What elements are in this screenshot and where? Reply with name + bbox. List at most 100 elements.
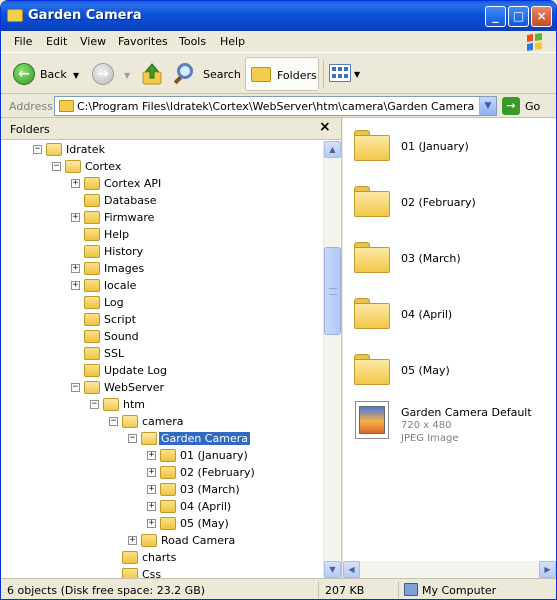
- tree-item-label: History: [104, 245, 144, 258]
- back-dropdown-icon[interactable]: ▼: [73, 71, 79, 80]
- close-pane-button[interactable]: ×: [319, 119, 331, 135]
- expand-icon[interactable]: +: [71, 281, 80, 290]
- collapse-icon[interactable]: −: [128, 434, 137, 443]
- folder-item-label[interactable]: 03 (March): [401, 252, 461, 265]
- collapse-icon[interactable]: −: [90, 400, 99, 409]
- go-button[interactable]: Go: [525, 100, 540, 113]
- folder-item-label[interactable]: 02 (February): [401, 196, 476, 209]
- folder-tree[interactable]: − Idratek − Cortex + Cortex API Database + Firmw…: [1, 141, 323, 578]
- tree-item[interactable]: History: [1, 244, 323, 261]
- folder-icon: [7, 9, 23, 22]
- menu-tools[interactable]: Tools: [179, 35, 206, 48]
- tree-item[interactable]: − Cortex: [1, 159, 323, 176]
- expand-icon[interactable]: +: [147, 485, 156, 494]
- tree-item[interactable]: SSL: [1, 346, 323, 363]
- tree-item[interactable]: +02 (February): [1, 465, 323, 482]
- expand-icon[interactable]: +: [147, 451, 156, 460]
- views-button[interactable]: [329, 64, 351, 82]
- tree-item[interactable]: +05 (May): [1, 516, 323, 533]
- folder-icon[interactable]: [354, 186, 390, 217]
- folder-icon: [84, 381, 100, 394]
- tree-item[interactable]: Help: [1, 227, 323, 244]
- scroll-thumb[interactable]: [324, 247, 341, 335]
- folder-icon: [122, 551, 138, 564]
- go-arrow-icon[interactable]: →: [502, 97, 520, 115]
- folders-vertical-scrollbar[interactable]: ▲ ▼: [323, 141, 341, 578]
- tree-item-label: SSL: [104, 347, 125, 360]
- forward-dropdown-icon[interactable]: ▼: [124, 71, 130, 80]
- expand-icon[interactable]: +: [128, 536, 137, 545]
- close-button[interactable]: ×: [531, 6, 552, 27]
- expand-icon[interactable]: +: [147, 468, 156, 477]
- minimize-button[interactable]: _: [485, 6, 506, 27]
- maximize-button[interactable]: □: [508, 6, 529, 27]
- tree-item[interactable]: Update Log: [1, 363, 323, 380]
- tree-item[interactable]: + Road Camera: [1, 533, 323, 550]
- tree-item[interactable]: charts: [1, 550, 323, 567]
- scroll-right-button[interactable]: ▶: [539, 561, 556, 578]
- folders-button[interactable]: Folders: [245, 57, 319, 91]
- title-bar[interactable]: Garden Camera _ □ ×: [1, 1, 556, 31]
- tree-item[interactable]: − Garden Camera: [1, 431, 323, 448]
- address-input[interactable]: C:\Program Files\Idratek\Cortex\WebServe…: [54, 96, 497, 116]
- address-dropdown-button[interactable]: ▼: [479, 97, 496, 115]
- tree-item[interactable]: Log: [1, 295, 323, 312]
- expand-icon[interactable]: +: [71, 179, 80, 188]
- tree-item[interactable]: − Idratek: [1, 142, 323, 159]
- menu-file[interactable]: File: [14, 35, 32, 48]
- back-button[interactable]: ← Back ▼: [9, 60, 87, 88]
- tree-item[interactable]: + locale: [1, 278, 323, 295]
- tree-item[interactable]: − htm: [1, 397, 323, 414]
- file-name[interactable]: Garden Camera Default: [401, 406, 532, 419]
- search-button[interactable]: Search: [173, 60, 241, 88]
- folder-icon: [160, 466, 176, 479]
- collapse-icon[interactable]: −: [109, 417, 118, 426]
- expand-icon[interactable]: +: [147, 502, 156, 511]
- folder-icon[interactable]: [354, 130, 390, 161]
- scroll-left-button[interactable]: ◀: [343, 561, 360, 578]
- forward-button[interactable]: →: [92, 63, 114, 85]
- tree-item-label: Road Camera: [161, 534, 236, 547]
- tree-item[interactable]: Script: [1, 312, 323, 329]
- window-title: Garden Camera: [28, 8, 142, 23]
- folder-item-label[interactable]: 05 (May): [401, 364, 450, 377]
- scroll-up-button[interactable]: ▲: [324, 141, 341, 158]
- tree-item-label: Cortex: [85, 160, 122, 173]
- tree-item[interactable]: + Images: [1, 261, 323, 278]
- menu-view[interactable]: View: [80, 35, 106, 48]
- folder-icon: [84, 347, 100, 360]
- folder-icon[interactable]: [354, 354, 390, 385]
- folder-item-label[interactable]: 01 (January): [401, 140, 469, 153]
- tree-item[interactable]: Sound: [1, 329, 323, 346]
- expand-icon[interactable]: +: [71, 264, 80, 273]
- tree-item[interactable]: Database: [1, 193, 323, 210]
- folder-icon: [84, 313, 100, 326]
- tree-item[interactable]: +03 (March): [1, 482, 323, 499]
- content-horizontal-scrollbar[interactable]: ◀ ▶: [343, 561, 556, 578]
- menu-help[interactable]: Help: [220, 35, 245, 48]
- collapse-icon[interactable]: −: [52, 162, 61, 171]
- scroll-down-button[interactable]: ▼: [324, 561, 341, 578]
- up-folder-button[interactable]: [141, 62, 163, 86]
- collapse-icon[interactable]: −: [71, 383, 80, 392]
- folder-icon[interactable]: [354, 298, 390, 329]
- views-dropdown-icon[interactable]: ▼: [354, 70, 360, 79]
- tree-item[interactable]: + Cortex API: [1, 176, 323, 193]
- collapse-icon[interactable]: −: [33, 145, 42, 154]
- jpeg-image-icon[interactable]: [355, 401, 389, 439]
- menu-favorites[interactable]: Favorites: [118, 35, 168, 48]
- folder-icon[interactable]: [354, 242, 390, 273]
- tree-item-label: Database: [104, 194, 157, 207]
- tree-item[interactable]: − WebServer: [1, 380, 323, 397]
- tree-item[interactable]: Css: [1, 567, 323, 578]
- folder-icon: [141, 534, 157, 547]
- folder-item-label[interactable]: 04 (April): [401, 308, 452, 321]
- tree-item[interactable]: + Firmware: [1, 210, 323, 227]
- tree-item[interactable]: +04 (April): [1, 499, 323, 516]
- menu-edit[interactable]: Edit: [46, 35, 67, 48]
- tree-item[interactable]: − camera: [1, 414, 323, 431]
- expand-icon[interactable]: +: [71, 213, 80, 222]
- expand-icon[interactable]: +: [147, 519, 156, 528]
- folder-icon: [141, 432, 157, 445]
- tree-item[interactable]: +01 (January): [1, 448, 323, 465]
